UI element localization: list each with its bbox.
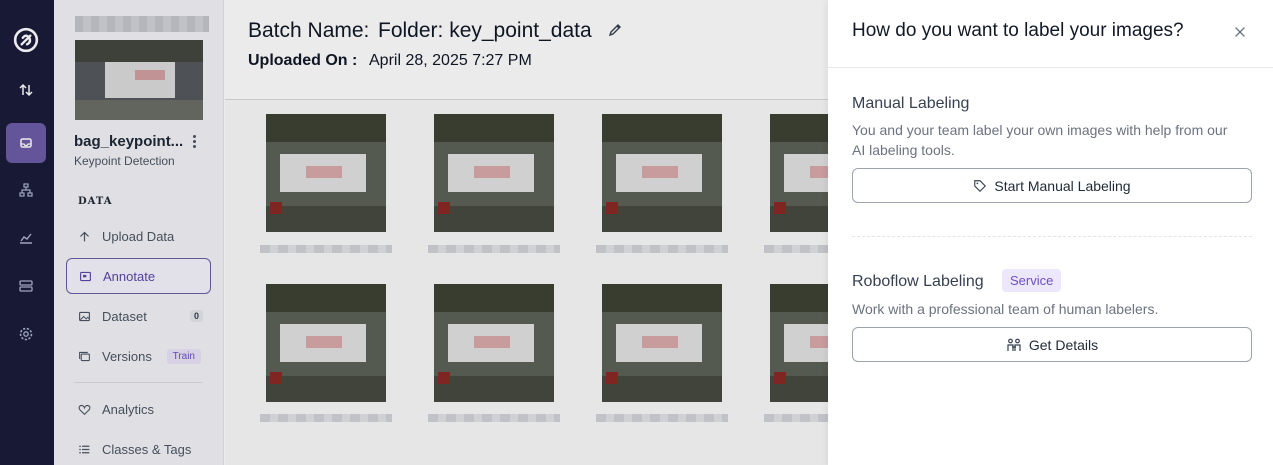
image-filename-placeholder [596, 245, 728, 253]
labeling-options-drawer: How do you want to label your images? Ma… [828, 0, 1273, 465]
project-menu-icon[interactable] [188, 132, 200, 150]
section-label-data: DATA [78, 196, 113, 207]
annotate-icon [80, 271, 91, 281]
sidebar-item-classes-tags[interactable]: Classes & Tags [66, 431, 211, 465]
image-thumbnail[interactable] [434, 284, 554, 402]
swap-arrows-icon[interactable] [6, 70, 46, 110]
drawer-title: How do you want to label your images? [852, 20, 1184, 41]
roboflow-labeling-title: Roboflow Labeling [852, 273, 984, 290]
image-thumbnail[interactable] [602, 114, 722, 232]
gear-icon[interactable] [6, 314, 46, 354]
image-thumbnail[interactable] [770, 284, 828, 402]
image-thumbnail[interactable] [266, 284, 386, 402]
project-name[interactable]: bag_keypoint... [74, 133, 183, 150]
get-details-label: Get Details [1028, 336, 1099, 353]
image-filename-placeholder [596, 414, 728, 422]
main-content: Batch Name: Folder: key_point_data Uploa… [225, 0, 828, 465]
project-sidebar: bag_keypoint... Keypoint Detection DATA … [54, 0, 224, 465]
get-details-button[interactable]: Get Details [852, 327, 1252, 362]
sidebar-item-label: Dataset [102, 308, 147, 324]
sidebar-item-label: Versions [102, 348, 152, 364]
start-manual-labeling-button[interactable]: Start Manual Labeling [852, 168, 1252, 203]
start-manual-labeling-label: Start Manual Labeling [994, 177, 1131, 194]
batch-name-label: Batch Name: [248, 19, 370, 42]
service-badge: Service [1002, 269, 1062, 292]
hierarchy-icon[interactable] [6, 170, 46, 210]
app-rail [0, 0, 54, 465]
dataset-image-icon [79, 311, 90, 321]
upload-arrow-icon [80, 231, 89, 241]
sidebar-item-upload-data[interactable]: Upload Data [66, 218, 211, 254]
sidebar-item-analytics[interactable]: Analytics [66, 391, 211, 427]
tag-icon [974, 179, 987, 192]
image-thumbnail[interactable] [770, 114, 828, 232]
versions-train-badge[interactable]: Train [166, 348, 201, 364]
project-header-placeholder [75, 16, 209, 32]
sidebar-item-annotate[interactable]: Annotate [66, 258, 211, 294]
sidebar-item-label: Annotate [103, 268, 156, 284]
project-thumbnail[interactable] [75, 40, 203, 120]
options-separator [852, 236, 1252, 237]
uploaded-on-label: Uploaded On : [248, 52, 358, 69]
sidebar-item-versions[interactable]: Versions Train [66, 338, 211, 374]
image-thumbnail[interactable] [602, 284, 722, 402]
image-filename-placeholder [764, 414, 828, 422]
image-filename-placeholder [260, 245, 392, 253]
sidebar-item-label: Upload Data [102, 228, 175, 244]
batch-header: Batch Name: Folder: key_point_data Uploa… [225, 0, 828, 100]
analytics-heart-icon [78, 404, 91, 415]
sidebar-divider [74, 382, 202, 383]
people-icon [1007, 338, 1021, 351]
list-icon [79, 444, 90, 454]
chart-icon[interactable] [6, 218, 46, 258]
sidebar-item-dataset[interactable]: Dataset 0 [66, 298, 211, 334]
uploaded-on-value: April 28, 2025 7:27 PM [369, 52, 532, 69]
versions-icon [79, 351, 90, 361]
roboflow-logo-icon[interactable] [6, 20, 46, 60]
manual-labeling-description: You and your team label your own images … [852, 122, 1228, 158]
image-filename-placeholder [428, 245, 560, 253]
project-type: Keypoint Detection [74, 154, 175, 168]
pencil-icon[interactable] [607, 22, 623, 38]
database-icon[interactable] [6, 266, 46, 306]
image-filename-placeholder [764, 245, 828, 253]
inbox-icon[interactable] [6, 123, 46, 163]
image-thumbnail[interactable] [434, 114, 554, 232]
drawer-divider [828, 67, 1273, 68]
close-icon[interactable] [1230, 22, 1250, 42]
image-filename-placeholder [428, 414, 560, 422]
manual-labeling-title: Manual Labeling [852, 95, 970, 112]
dataset-count-badge: 0 [189, 310, 203, 322]
sidebar-item-label: Analytics [102, 401, 155, 417]
image-filename-placeholder [260, 414, 392, 422]
batch-name-value: Folder: key_point_data [378, 19, 592, 42]
roboflow-labeling-description: Work with a professional team of human l… [852, 301, 1159, 317]
sidebar-item-label: Classes & Tags [102, 441, 192, 457]
image-thumbnail[interactable] [266, 114, 386, 232]
